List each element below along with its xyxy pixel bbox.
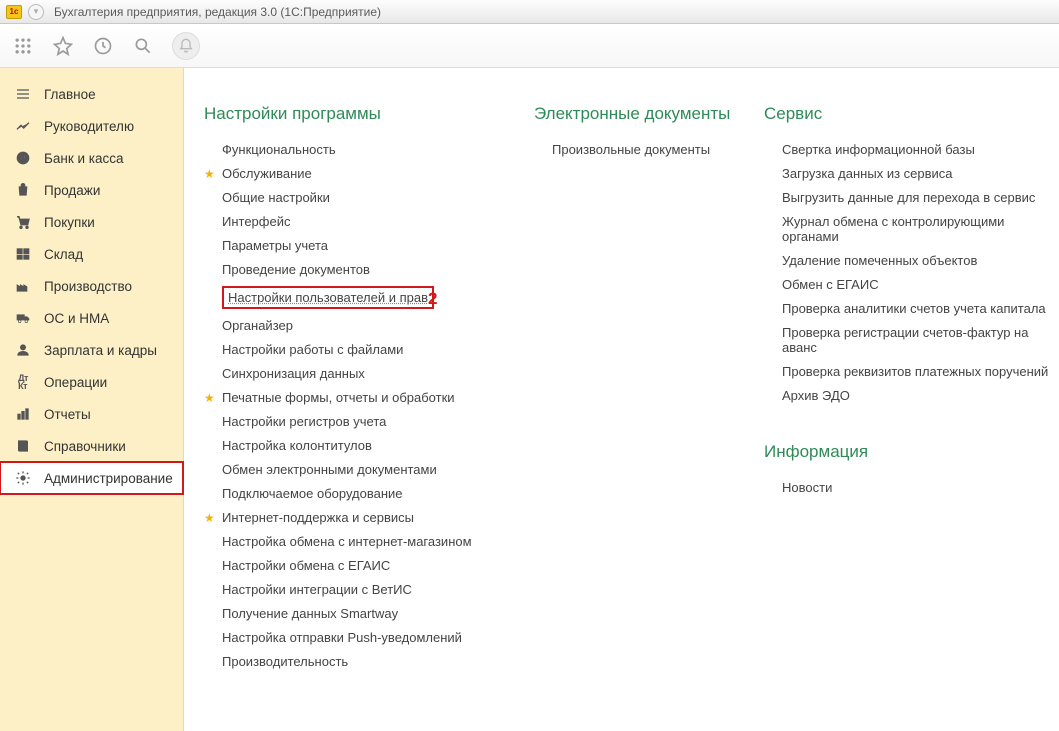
sidebar-item-directories[interactable]: Справочники <box>0 430 183 462</box>
link-equipment[interactable]: Подключаемое оборудование <box>222 486 403 501</box>
annotation-2: 2 <box>428 289 437 309</box>
window-title: Бухгалтерия предприятия, редакция 3.0 (1… <box>54 5 381 19</box>
link-headers-footers[interactable]: Настройка колонтитулов <box>222 438 372 453</box>
book-icon <box>14 438 32 454</box>
link-db-rollup[interactable]: Свертка информационной базы <box>782 142 975 157</box>
link-files-settings[interactable]: Настройки работы с файлами <box>222 342 403 357</box>
cart-icon <box>14 214 32 230</box>
link-users-rights[interactable]: Настройки пользователей и прав <box>222 286 434 309</box>
link-edo-archive[interactable]: Архив ЭДО <box>782 388 850 403</box>
section-title-settings: Настройки программы <box>204 104 504 124</box>
sidebar-item-label: Администрирование <box>44 471 173 486</box>
sidebar-item-purchases[interactable]: Покупки <box>0 206 183 238</box>
link-push[interactable]: Настройка отправки Push-уведомлений <box>222 630 462 645</box>
star-icon[interactable] <box>52 35 74 57</box>
sidebar-item-label: Главное <box>44 87 96 102</box>
link-edoc-exchange[interactable]: Обмен электронными документами <box>222 462 437 477</box>
sidebar-item-warehouse[interactable]: Склад <box>0 238 183 270</box>
bag-icon <box>14 182 32 198</box>
boxes-icon <box>14 246 32 262</box>
gear-icon <box>14 470 32 486</box>
truck-icon <box>14 310 32 326</box>
person-icon <box>14 342 32 358</box>
link-document-posting[interactable]: Проведение документов <box>222 262 370 277</box>
apps-icon[interactable] <box>12 35 34 57</box>
sidebar-item-label: ОС и НМА <box>44 311 109 326</box>
trend-icon <box>14 118 32 134</box>
link-performance[interactable]: Производительность <box>222 654 348 669</box>
link-smartway[interactable]: Получение данных Smartway <box>222 606 398 621</box>
link-capital-check[interactable]: Проверка аналитики счетов учета капитала <box>782 301 1046 316</box>
dropdown-icon[interactable]: ▾ <box>28 4 44 20</box>
section-title-edoc: Электронные документы <box>534 104 734 124</box>
sidebar-item-label: Склад <box>44 247 83 262</box>
link-arbitrary-docs[interactable]: Произвольные документы <box>552 142 710 157</box>
content-area: Настройки программы Функциональность Обс… <box>184 68 1059 731</box>
link-print-forms[interactable]: Печатные формы, отчеты и обработки <box>222 390 455 405</box>
sidebar-item-bank[interactable]: ₽ Банк и касса <box>0 142 183 174</box>
link-invoice-check[interactable]: Проверка регистрации счетов-фактур на ав… <box>782 325 1059 355</box>
sidebar-item-label: Продажи <box>44 183 100 198</box>
chart-icon <box>14 406 32 422</box>
link-internet-support[interactable]: Интернет-поддержка и сервисы <box>222 510 414 525</box>
sidebar-item-administration[interactable]: Администрирование <box>0 462 183 494</box>
link-maintenance[interactable]: Обслуживание <box>222 166 312 181</box>
link-register-settings[interactable]: Настройки регистров учета <box>222 414 386 429</box>
sidebar-item-assets[interactable]: ОС и НМА <box>0 302 183 334</box>
link-general-settings[interactable]: Общие настройки <box>222 190 330 205</box>
link-payment-check[interactable]: Проверка реквизитов платежных поручений <box>782 364 1048 379</box>
sidebar-item-reports[interactable]: Отчеты <box>0 398 183 430</box>
sidebar-item-operations[interactable]: ДтКт Операции <box>0 366 183 398</box>
sidebar: Главное Руководителю ₽ Банк и касса Прод… <box>0 68 184 731</box>
menu-icon <box>14 86 32 102</box>
link-egais-exchange[interactable]: Настройки обмена с ЕГАИС <box>222 558 390 573</box>
link-egais-exchange-svc[interactable]: Обмен с ЕГАИС <box>782 277 879 292</box>
sidebar-item-label: Руководителю <box>44 119 134 134</box>
sidebar-item-production[interactable]: Производство <box>0 270 183 302</box>
sidebar-item-label: Банк и касса <box>44 151 124 166</box>
link-export-to-service[interactable]: Выгрузить данные для перехода в сервис <box>782 190 1035 205</box>
dtkt-icon: ДтКт <box>14 374 32 390</box>
section-title-info: Информация <box>764 442 1059 462</box>
titlebar: 1c ▾ Бухгалтерия предприятия, редакция 3… <box>0 0 1059 24</box>
bell-icon[interactable] <box>172 32 200 60</box>
sidebar-item-label: Справочники <box>44 439 126 454</box>
toolbar <box>0 24 1059 68</box>
link-load-from-service[interactable]: Загрузка данных из сервиса <box>782 166 953 181</box>
link-vetis[interactable]: Настройки интеграции с ВетИС <box>222 582 412 597</box>
svg-text:₽: ₽ <box>21 154 26 163</box>
logo-1c-icon: 1c <box>6 5 22 19</box>
sidebar-item-label: Отчеты <box>44 407 91 422</box>
link-news[interactable]: Новости <box>782 480 832 495</box>
section-title-service: Сервис <box>764 104 1059 124</box>
sidebar-item-label: Покупки <box>44 215 95 230</box>
link-functionality[interactable]: Функциональность <box>222 142 336 157</box>
sidebar-item-manager[interactable]: Руководителю <box>0 110 183 142</box>
link-data-sync[interactable]: Синхронизация данных <box>222 366 365 381</box>
sidebar-item-sales[interactable]: Продажи <box>0 174 183 206</box>
ruble-icon: ₽ <box>14 150 32 166</box>
link-interface[interactable]: Интерфейс <box>222 214 290 229</box>
link-exchange-log[interactable]: Журнал обмена с контролирующими органами <box>782 214 1059 244</box>
link-accounting-params[interactable]: Параметры учета <box>222 238 328 253</box>
link-organizer[interactable]: Органайзер <box>222 318 293 333</box>
sidebar-item-label: Производство <box>44 279 132 294</box>
sidebar-item-main[interactable]: Главное <box>0 78 183 110</box>
link-delete-marked[interactable]: Удаление помеченных объектов <box>782 253 977 268</box>
search-icon[interactable] <box>132 35 154 57</box>
sidebar-item-label: Зарплата и кадры <box>44 343 157 358</box>
history-icon[interactable] <box>92 35 114 57</box>
sidebar-item-hr[interactable]: Зарплата и кадры <box>0 334 183 366</box>
sidebar-item-label: Операции <box>44 375 107 390</box>
link-eshop-exchange[interactable]: Настройка обмена с интернет-магазином <box>222 534 472 549</box>
factory-icon <box>14 278 32 294</box>
